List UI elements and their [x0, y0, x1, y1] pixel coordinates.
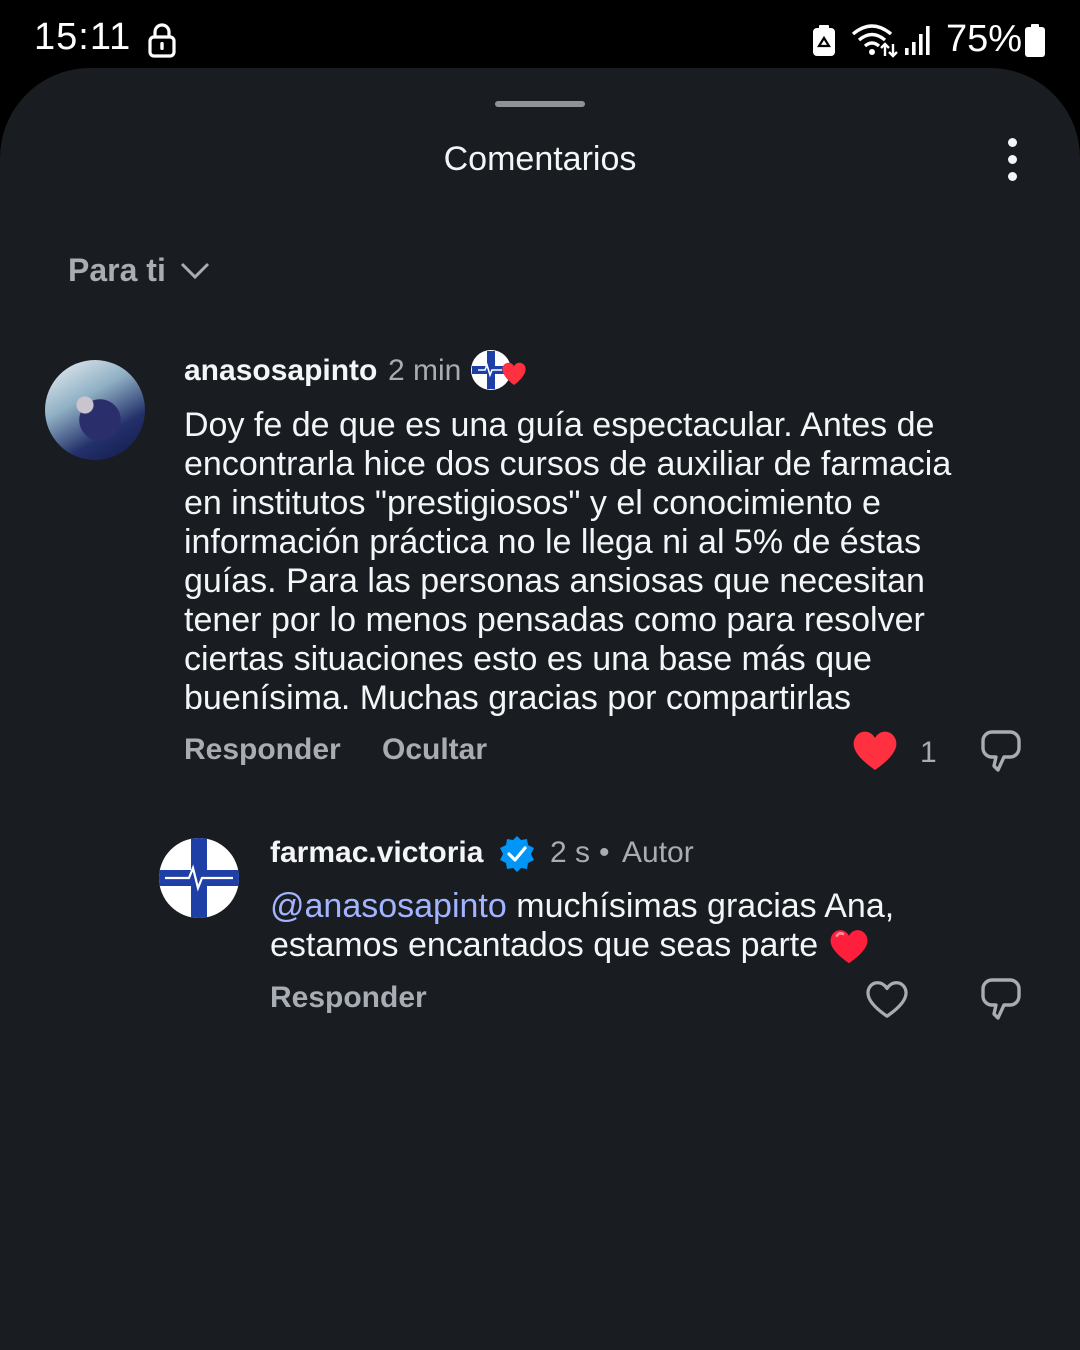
status-bar: 15:11 75% — [0, 0, 1080, 68]
comment-text-line: guías. Para las personas ansiosas que ne… — [184, 562, 925, 600]
meta-separator: • — [599, 836, 610, 869]
sort-label: Para ti — [68, 252, 166, 288]
sort-dropdown[interactable]: Para ti — [68, 252, 210, 289]
mention-link[interactable]: @anasosapinto — [270, 887, 507, 925]
comment-text-line: encontrarla hice dos cursos de auxiliar … — [184, 445, 952, 483]
reply-text-line: muchísimas gracias Ana, — [506, 887, 895, 925]
avatar[interactable] — [45, 360, 145, 460]
comment-text-line: tener por lo menos pensadas como para re… — [184, 601, 925, 639]
comment-text: Doy fe de que es una guía espectacular. … — [184, 406, 951, 718]
heart-emoji-icon — [830, 929, 868, 963]
battery-percentage: 75% — [946, 18, 1023, 60]
hide-button[interactable]: Ocultar — [382, 733, 487, 767]
data-saver-icon — [811, 24, 837, 63]
like-heart-outline-icon[interactable] — [864, 978, 910, 1025]
like-count: 1 — [920, 736, 937, 769]
reply-time: 2 s — [550, 836, 591, 869]
comment-text-line: información práctica no le llega ni al 5… — [184, 523, 922, 561]
comment-username[interactable]: anasosapinto — [184, 354, 377, 388]
author-avatar[interactable] — [159, 838, 239, 918]
comment-text-line: en institutos "prestigiosos" y el conoci… — [184, 484, 881, 522]
comments-sheet: Comentarios Para ti anasosapinto 2 min D… — [0, 68, 1080, 1350]
verified-badge-icon — [497, 834, 537, 879]
author-badge: Autor — [622, 836, 694, 869]
dislike-icon[interactable] — [980, 728, 1022, 779]
comment-text-line: buenísima. Muchas gracias por compartirl… — [184, 679, 852, 717]
dislike-icon[interactable] — [980, 976, 1022, 1027]
chevron-down-icon — [180, 262, 209, 279]
drag-handle[interactable] — [495, 101, 585, 107]
status-time: 15:11 — [34, 16, 132, 58]
reply-text: @anasosapinto muchísimas gracias Ana, es… — [270, 887, 894, 965]
battery-icon — [1024, 24, 1046, 63]
wifi-icon — [850, 22, 898, 63]
reply-button[interactable]: Responder — [270, 981, 427, 1015]
signal-icon — [903, 24, 933, 61]
author-liked-icon — [470, 349, 530, 396]
comment-time: 2 min — [388, 354, 462, 387]
reply-button[interactable]: Responder — [184, 733, 341, 767]
lock-icon — [146, 22, 178, 63]
sheet-title: Comentarios — [443, 140, 637, 178]
pharmacy-cross-icon — [159, 838, 239, 918]
reply-text-line: estamos encantados que seas parte — [270, 926, 819, 964]
comment-text-line: ciertas situaciones esto es una base más… — [184, 640, 872, 678]
comment-text-line: Doy fe de que es una guía espectacular. … — [184, 406, 935, 444]
more-options-button[interactable] — [996, 134, 1030, 186]
reply-username[interactable]: farmac.victoria — [270, 836, 483, 870]
like-heart-icon[interactable] — [851, 728, 899, 777]
